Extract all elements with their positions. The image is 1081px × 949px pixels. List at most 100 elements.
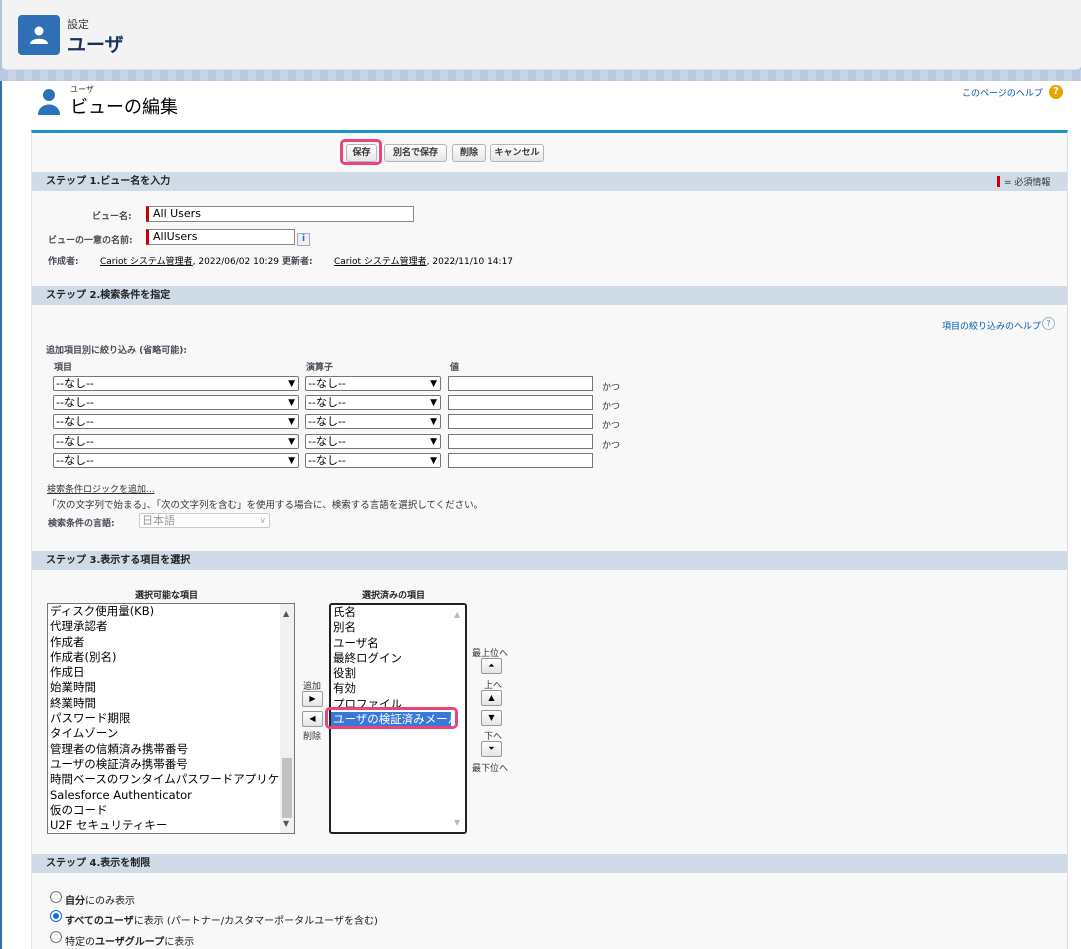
unique-name-input[interactable]: AllUsers [146, 229, 295, 245]
view-name-input[interactable]: All Users [146, 206, 414, 222]
chevron-down-icon: ▼ [288, 379, 295, 389]
chevron-down-icon: ▼ [430, 398, 437, 408]
list-item[interactable]: 代理承認者 [48, 619, 294, 634]
page-help-link[interactable]: このページのヘルプ [962, 86, 1043, 99]
list-item[interactable]: 時間ベースのワンタイムパスワードアプリケーション [48, 772, 294, 787]
list-item[interactable]: 作成日 [48, 665, 294, 680]
created-date: , 2022/06/02 10:29 [192, 257, 280, 267]
modified-by-info: Cariot システム管理者, 2022/11/10 14:17 [334, 254, 513, 267]
filter-field-value: --なし-- [56, 454, 94, 467]
filter-operator-select[interactable]: --なし-- ▼ [305, 434, 441, 449]
language-label: 検索条件の言語: [48, 519, 115, 529]
add-arrow-button[interactable]: ▶ [302, 691, 323, 707]
list-item[interactable]: 仮のコード [48, 803, 294, 818]
chevron-down-icon: ▼ [430, 379, 437, 389]
available-scrollbar[interactable]: ▲ ▼ [280, 604, 294, 833]
step1-heading: ステップ 1.ビュー名を入力 [32, 172, 1067, 191]
filter-field-select[interactable]: --なし-- ▼ [53, 434, 299, 449]
option-bold: 自分 [65, 896, 85, 907]
remove-label: 削除 [303, 732, 322, 742]
filter-value-input[interactable] [448, 453, 593, 468]
created-by-info: Cariot システム管理者, 2022/06/02 10:29 [100, 254, 279, 267]
filter-operator-select[interactable]: --なし-- ▼ [305, 376, 441, 391]
move-down-button[interactable]: ▼ [481, 710, 502, 726]
filter-field-select[interactable]: --なし-- ▼ [53, 453, 299, 468]
modified-by-label: 更新者: [282, 257, 313, 267]
chevron-down-icon: ▼ [288, 417, 295, 427]
info-icon[interactable]: i [297, 233, 310, 246]
step2-heading: ステップ 2.検索条件を指定 [32, 286, 1067, 305]
filter-help-link[interactable]: 項目の絞り込みのヘルプ [942, 319, 1041, 332]
list-item[interactable]: Salesforce Authenticator [48, 788, 294, 803]
chevron-down-icon: ▼ [430, 417, 437, 427]
field-column-header: 項目 [54, 363, 73, 373]
filter-field-select[interactable]: --なし-- ▼ [53, 376, 299, 391]
operator-column-header: 演算子 [306, 363, 334, 373]
visibility-option-me: 自分にのみ表示 [65, 892, 135, 907]
save-as-button[interactable]: 別名で保存 [384, 144, 447, 162]
scroll-up-icon[interactable]: ▲ [283, 606, 289, 621]
move-top-button[interactable]: ⏶ [481, 658, 502, 674]
move-bottom-button[interactable]: ⏷ [481, 741, 502, 757]
filter-value-input[interactable] [448, 414, 593, 429]
scroll-down-icon[interactable]: ▼ [454, 815, 460, 830]
filter-value-input[interactable] [448, 395, 593, 410]
filter-operator-select[interactable]: --なし-- ▼ [305, 395, 441, 410]
add-filter-logic-link[interactable]: 検索条件ロジックを追加... [47, 482, 155, 495]
filter-conjunction: かつ [602, 421, 621, 431]
visibility-radio-all[interactable] [50, 910, 62, 922]
language-select[interactable]: 日本語 ∨ [139, 513, 270, 528]
list-item[interactable]: パスワード期限 [48, 711, 294, 726]
filter-field-select[interactable]: --なし-- ▼ [53, 395, 299, 410]
panel-edge [0, 81, 2, 949]
list-item[interactable]: ディスク使用量(KB) [48, 604, 294, 619]
list-item[interactable]: タイムゾーン [48, 726, 294, 741]
cancel-button[interactable]: キャンセル [490, 144, 544, 162]
list-item[interactable]: 最終ログイン [331, 651, 465, 666]
filter-field-value: --なし-- [56, 415, 94, 428]
filter-conjunction: かつ [602, 402, 621, 412]
filter-value-input[interactable] [448, 434, 593, 449]
list-item[interactable]: ユーザの検証済み携帯番号 [48, 757, 294, 772]
list-item[interactable]: 別名 [331, 620, 465, 635]
filter-help-icon[interactable]: ? [1042, 317, 1055, 330]
filter-operator-value: --なし-- [308, 396, 346, 409]
option-rest: に表示 [164, 937, 195, 948]
option-bold: ユーザグループ [95, 937, 165, 948]
move-up-button[interactable]: ▲ [481, 690, 502, 706]
scroll-up-icon[interactable]: ▲ [454, 607, 460, 622]
language-note: 「次の文字列で始まる」、「次の文字列を含む」を使用する場合に、検索する言語を選択… [47, 500, 484, 511]
list-item[interactable]: 管理者の信頼済み携帯番号 [48, 742, 294, 757]
chevron-down-icon: ▼ [288, 398, 295, 408]
save-button[interactable]: 保存 [346, 144, 377, 162]
visibility-radio-me[interactable] [50, 891, 62, 903]
list-item[interactable]: 有効 [331, 681, 465, 696]
filter-field-value: --なし-- [56, 377, 94, 390]
available-fields-title: 選択可能な項目 [135, 591, 199, 601]
filter-operator-select[interactable]: --なし-- ▼ [305, 414, 441, 429]
setup-title: ユーザ [67, 34, 124, 56]
page-title: ビューの編集 [70, 97, 178, 118]
list-item[interactable]: 作成者(別名) [48, 650, 294, 665]
visibility-radio-group[interactable] [50, 931, 62, 943]
available-fields-list[interactable]: ディスク使用量(KB) 代理承認者 作成者 作成者(別名) 作成日 始業時間 終… [47, 603, 295, 834]
list-item[interactable]: 役割 [331, 666, 465, 681]
list-item[interactable]: 終業時間 [48, 696, 294, 711]
filter-field-select[interactable]: --なし-- ▼ [53, 414, 299, 429]
filter-value-input[interactable] [448, 376, 593, 391]
list-item[interactable]: ユーザ名 [331, 636, 465, 651]
step3-heading: ステップ 3.表示する項目を選択 [32, 551, 1067, 570]
delete-button[interactable]: 削除 [452, 144, 486, 162]
filter-field-value: --なし-- [56, 396, 94, 409]
list-item[interactable]: 作成者 [48, 635, 294, 650]
filter-operator-select[interactable]: --なし-- ▼ [305, 453, 441, 468]
help-icon[interactable]: ? [1049, 85, 1063, 99]
remove-arrow-button[interactable]: ◀ [302, 711, 323, 727]
scroll-thumb[interactable] [282, 758, 292, 818]
modified-by-user-link[interactable]: Cariot システム管理者 [334, 257, 427, 267]
created-by-user-link[interactable]: Cariot システム管理者 [100, 257, 193, 267]
list-item[interactable]: U2F セキュリティキー [48, 818, 294, 833]
list-item[interactable]: 始業時間 [48, 680, 294, 695]
scroll-down-icon[interactable]: ▼ [283, 816, 289, 831]
list-item[interactable]: 氏名 [331, 605, 465, 620]
